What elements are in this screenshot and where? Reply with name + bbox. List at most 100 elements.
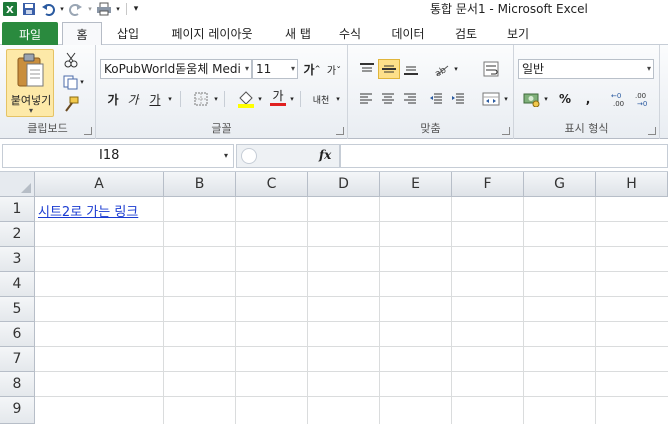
grow-font-button[interactable]: 가 ^ (302, 59, 322, 79)
align-center-icon[interactable] (378, 89, 398, 109)
underline-dropdown-icon[interactable]: ▾ (166, 89, 174, 109)
print-dropdown-icon[interactable]: ▾ (115, 1, 121, 17)
redo-icon[interactable] (68, 1, 84, 17)
number-format-combo[interactable]: 일반 ▾ (518, 59, 654, 79)
undo-dropdown-icon[interactable]: ▾ (59, 1, 65, 17)
tab-data[interactable]: 데이터 (384, 22, 432, 46)
customize-qat-icon[interactable]: ▾ (132, 1, 140, 17)
clipboard-group-label: 클립보드 (27, 122, 68, 135)
clipboard-launcher-icon[interactable] (84, 127, 92, 135)
font-size-value: 11 (256, 62, 272, 76)
cell-a1-hyperlink[interactable]: 시트2로 가는 링크 (38, 201, 138, 220)
row-header-2[interactable]: 2 (0, 222, 35, 247)
row-header-6[interactable]: 6 (0, 322, 35, 347)
column-header-d[interactable]: D (308, 172, 380, 197)
excel-logo-icon[interactable]: X (2, 1, 18, 17)
number-launcher-icon[interactable] (648, 127, 656, 135)
svg-text:←0: ←0 (611, 92, 621, 100)
wrap-text-icon[interactable] (480, 59, 502, 79)
orientation-icon[interactable]: ab (430, 59, 452, 79)
redo-dropdown-icon[interactable]: ▾ (87, 1, 93, 17)
alignment-launcher-icon[interactable] (502, 127, 510, 135)
tab-page-layout[interactable]: 페이지 레이아웃 (160, 22, 264, 46)
row-header-5[interactable]: 5 (0, 297, 35, 322)
font-color-button[interactable]: 가 (268, 87, 288, 107)
column-header-b[interactable]: B (164, 172, 236, 197)
fill-color-icon[interactable] (236, 89, 256, 109)
chevron-down-icon[interactable]: ▾ (647, 60, 651, 78)
select-all-button[interactable] (0, 172, 35, 197)
font-size-combo[interactable]: 11 ▾ (252, 59, 298, 79)
font-color-dropdown-icon[interactable]: ▾ (288, 89, 296, 109)
underline-button[interactable]: 가 (146, 89, 164, 109)
tab-formulas[interactable]: 수식 (330, 22, 370, 46)
align-middle-icon[interactable] (378, 59, 400, 79)
grid-column-line (163, 197, 164, 424)
undo-icon[interactable] (40, 1, 56, 17)
row-header-7[interactable]: 7 (0, 347, 35, 372)
chevron-down-icon[interactable]: ▾ (245, 60, 249, 78)
paste-button[interactable]: 붙여넣기 ▾ (6, 49, 54, 117)
formula-controls: fx (236, 144, 340, 168)
column-header-e[interactable]: E (380, 172, 452, 197)
comma-style-button[interactable]: , (580, 89, 596, 109)
tab-review[interactable]: 검토 (446, 22, 486, 46)
border-dropdown-icon[interactable]: ▾ (212, 89, 220, 109)
column-header-g[interactable]: G (524, 172, 596, 197)
quick-access-toolbar: X ▾ ▾ ▾ ▾ (2, 1, 140, 17)
accounting-dropdown-icon[interactable]: ▾ (542, 89, 550, 109)
merge-center-icon[interactable] (480, 89, 502, 109)
align-right-icon[interactable] (400, 89, 420, 109)
tab-home[interactable]: 홈 (62, 22, 102, 47)
print-icon[interactable] (96, 1, 112, 17)
column-header-a[interactable]: A (35, 172, 164, 197)
fill-color-dropdown-icon[interactable]: ▾ (256, 89, 264, 109)
merge-dropdown-icon[interactable]: ▾ (502, 89, 510, 109)
name-box[interactable]: I18 ▾ (2, 144, 234, 168)
row-header-1[interactable]: 1 (0, 197, 35, 222)
accounting-format-icon[interactable] (522, 89, 542, 109)
chevron-down-icon[interactable]: ▾ (291, 60, 295, 78)
cut-icon[interactable] (62, 51, 80, 69)
increase-decimal-icon[interactable]: ←0.00 (610, 89, 632, 109)
align-bottom-icon[interactable] (400, 59, 422, 79)
align-top-icon[interactable] (356, 59, 378, 79)
decrease-indent-icon[interactable] (426, 89, 446, 109)
phonetic-button[interactable]: 내천 (308, 89, 334, 109)
font-launcher-icon[interactable] (336, 127, 344, 135)
tab-new[interactable]: 새 탭 (276, 22, 320, 46)
tab-view[interactable]: 보기 (498, 22, 538, 46)
font-separator (300, 91, 301, 107)
formula-input[interactable] (340, 144, 668, 168)
row-header-3[interactable]: 3 (0, 247, 35, 272)
column-header-h[interactable]: H (596, 172, 668, 197)
percent-style-button[interactable]: % (556, 89, 574, 109)
column-header-f[interactable]: F (452, 172, 524, 197)
italic-button[interactable]: 가 (124, 89, 142, 109)
shrink-font-button[interactable]: 가ˇ (324, 59, 344, 79)
phonetic-dropdown-icon[interactable]: ▾ (334, 89, 342, 109)
row-header-8[interactable]: 8 (0, 372, 35, 397)
increase-indent-icon[interactable] (448, 89, 468, 109)
tab-insert[interactable]: 삽입 (108, 22, 148, 46)
bold-button[interactable]: 가 (104, 89, 122, 109)
format-painter-icon[interactable] (62, 95, 80, 113)
paste-dropdown-icon[interactable]: ▾ (7, 106, 55, 115)
copy-dropdown-icon[interactable]: ▾ (78, 73, 86, 91)
grid-column-line (235, 197, 236, 424)
row-header-9[interactable]: 9 (0, 397, 35, 424)
row-header-4[interactable]: 4 (0, 272, 35, 297)
insert-function-icon[interactable]: fx (319, 148, 331, 162)
grow-font-glyph: 가 (303, 62, 315, 77)
font-name-combo[interactable]: KoPubWorld돋움체 Medi ▾ (100, 59, 252, 79)
save-icon[interactable] (21, 1, 37, 17)
svg-text:ab: ab (433, 65, 448, 76)
decrease-decimal-icon[interactable]: .00 →0 (634, 89, 656, 109)
border-icon[interactable] (192, 89, 210, 109)
orientation-dropdown-icon[interactable]: ▾ (452, 59, 460, 79)
column-header-c[interactable]: C (236, 172, 308, 197)
formula-bar-handle-icon[interactable] (241, 148, 257, 164)
align-left-icon[interactable] (356, 89, 376, 109)
chevron-down-icon[interactable]: ▾ (224, 145, 228, 167)
tab-file[interactable]: 파일 (2, 22, 58, 46)
